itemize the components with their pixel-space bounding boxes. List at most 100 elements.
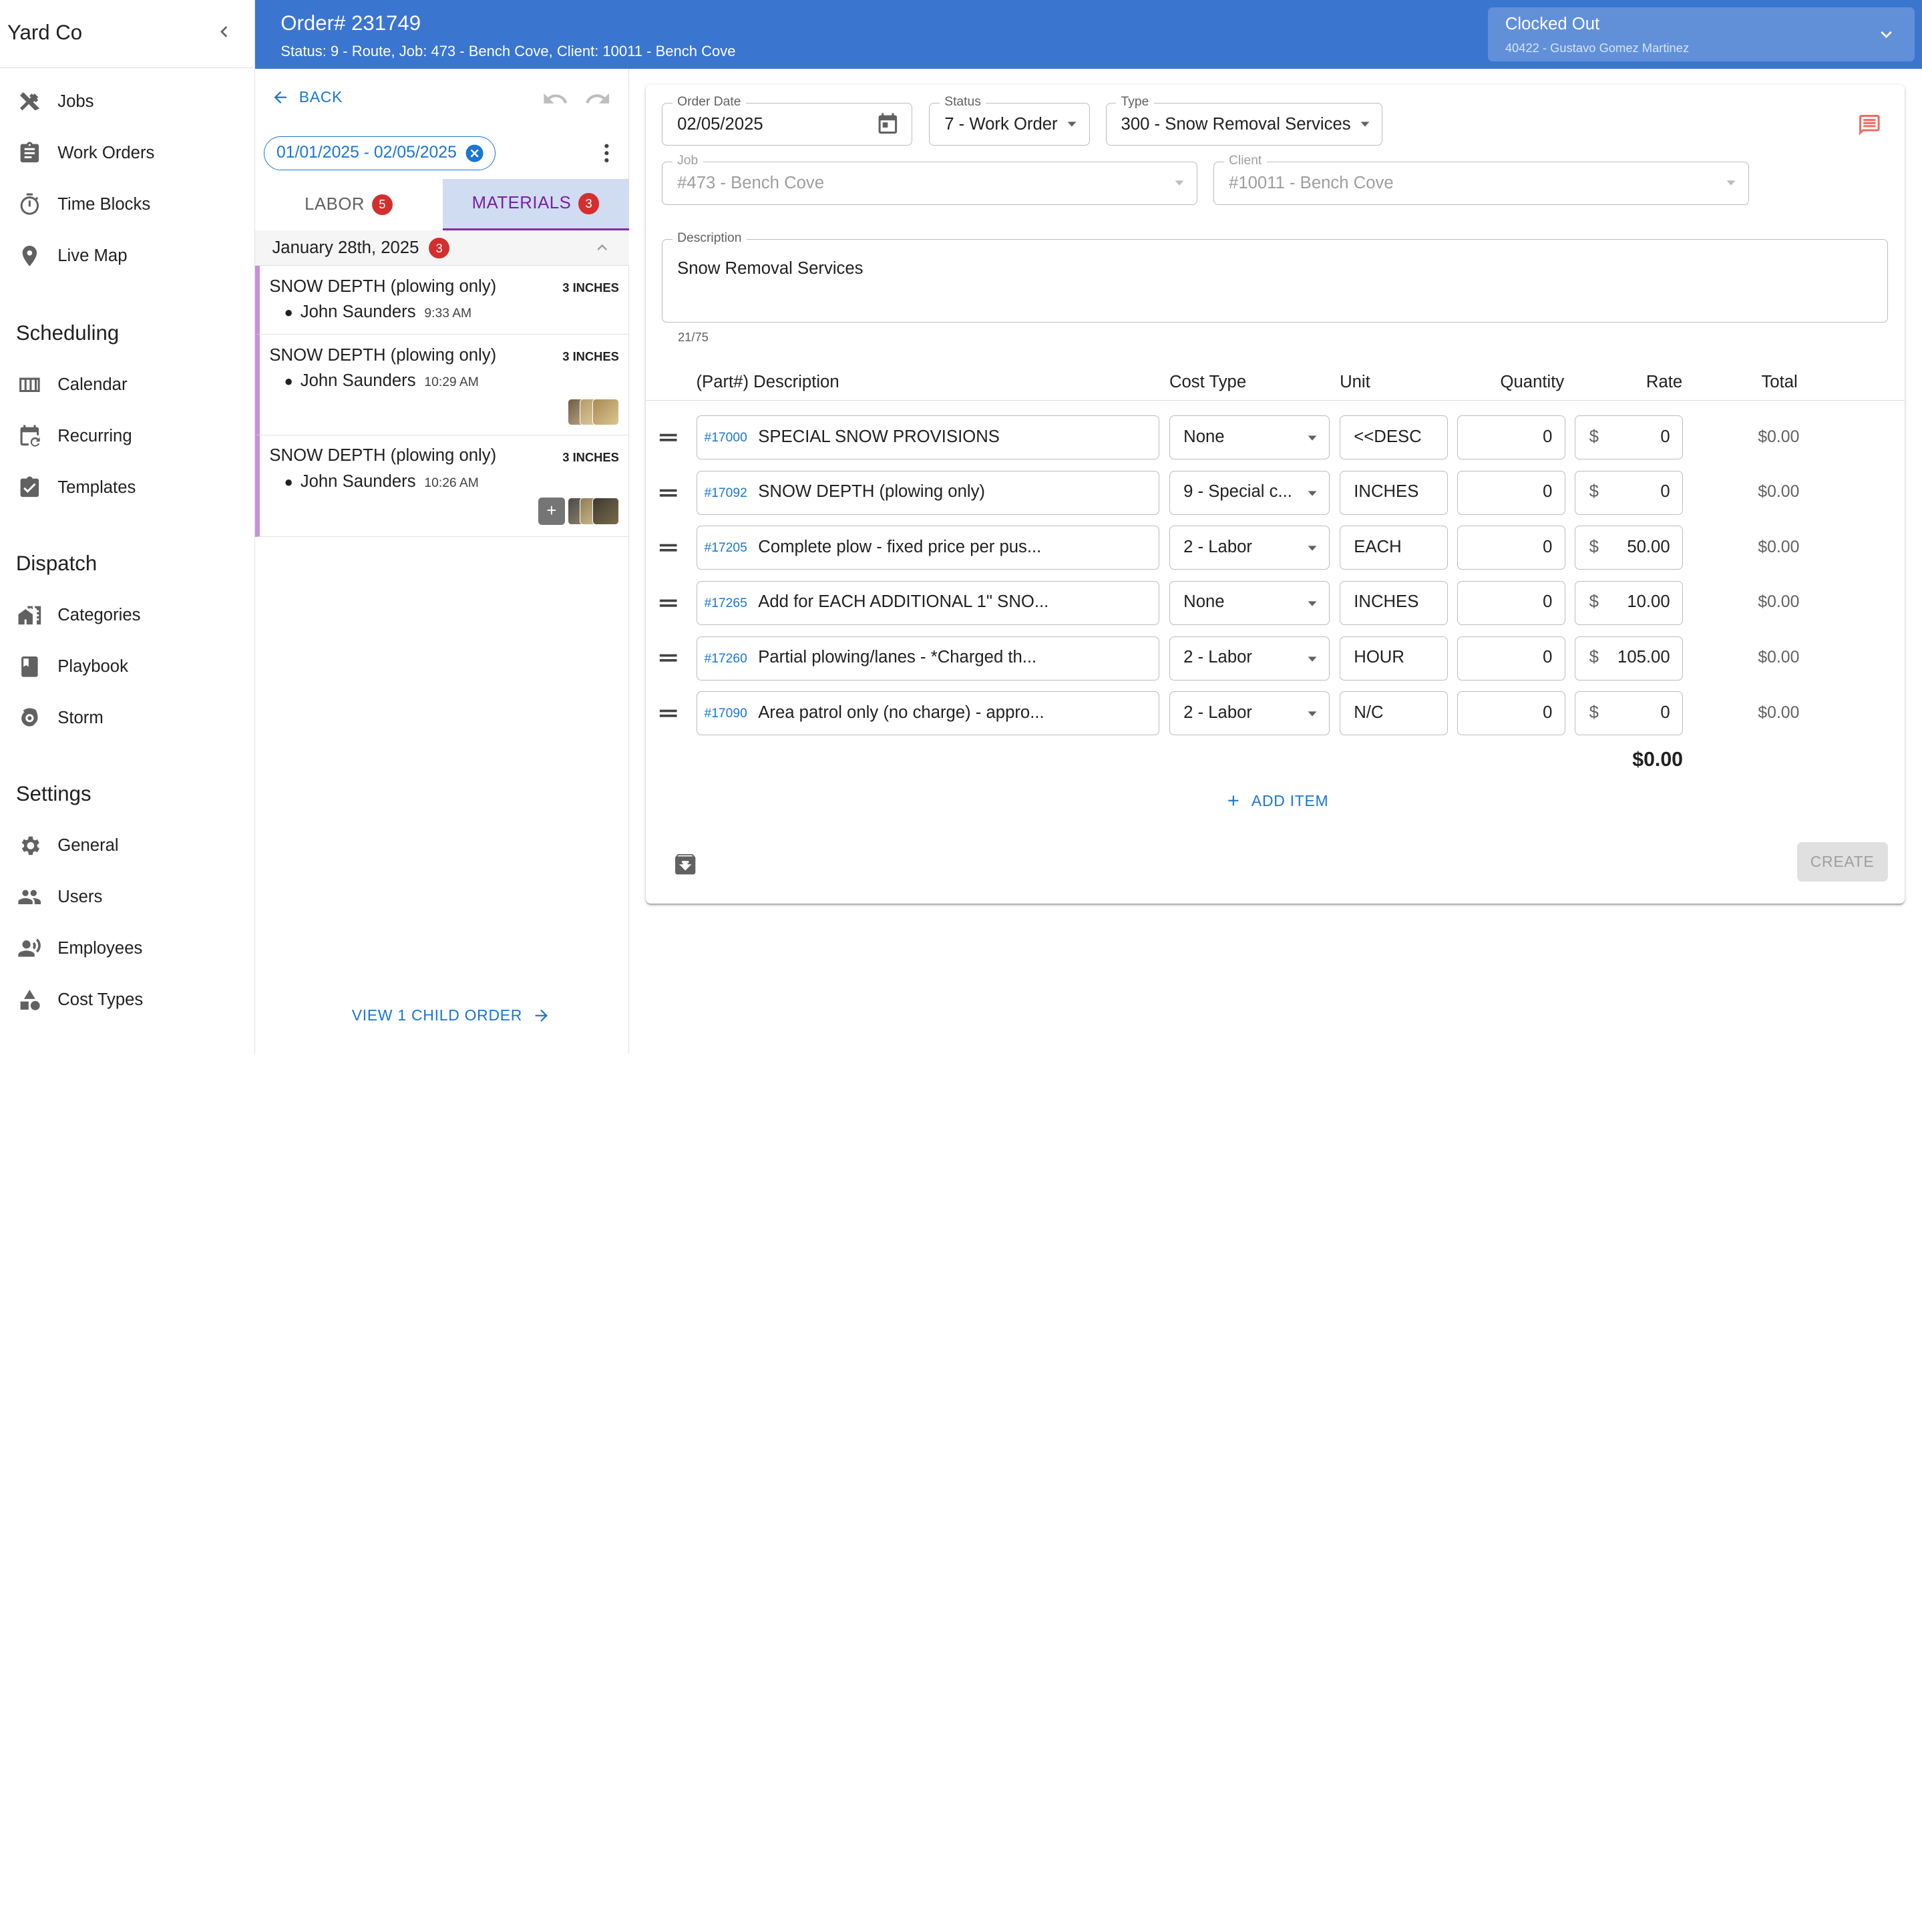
drag-handle-icon[interactable] <box>658 652 678 664</box>
calendar-icon[interactable] <box>876 112 900 137</box>
cost-type-select[interactable]: 2 - Labor <box>1169 691 1330 736</box>
count-badge: 5 <box>371 194 393 216</box>
sidebar-item-templates[interactable]: Templates <box>0 465 254 510</box>
sidebar-item-playbook[interactable]: Playbook <box>0 644 254 689</box>
sidebar-item-cost-types[interactable]: Cost Types <box>0 978 254 1022</box>
sidebar-item-work-orders[interactable]: Work Orders <box>0 131 254 175</box>
archive-icon[interactable] <box>672 851 699 878</box>
quantity-field[interactable]: 0 <box>1457 526 1565 570</box>
drag-handle-icon[interactable] <box>658 597 678 609</box>
redo-icon[interactable] <box>584 85 611 112</box>
client-value: #10011 - Bench Cove <box>1229 173 1394 192</box>
order-subtitle: Status: 9 - Route, Job: 473 - Bench Cove… <box>280 43 736 60</box>
tab-labor[interactable]: LABOR 5 <box>255 179 443 230</box>
photo-thumbnail[interactable] <box>592 398 619 425</box>
sidebar-item-time-blocks[interactable]: Time Blocks <box>0 182 254 226</box>
cost-type-select[interactable]: None <box>1169 415 1330 460</box>
rate-field[interactable]: $50.00 <box>1575 526 1683 570</box>
quantity-value: 0 <box>1543 482 1553 502</box>
tab-bar: LABOR 5 MATERIALS 3 <box>255 178 629 231</box>
book-icon <box>16 653 43 680</box>
cost-type-select[interactable]: 2 - Labor <box>1169 636 1330 681</box>
cost-type-select[interactable]: None <box>1169 580 1330 626</box>
sidebar-item-storm[interactable]: Storm <box>0 697 254 741</box>
sidebar-item-employees[interactable]: Employees <box>0 927 254 971</box>
sidebar-item-live-map[interactable]: Live Map <box>0 234 254 278</box>
line-total: $0.00 <box>1758 703 1800 722</box>
unit-field[interactable]: N/C <box>1340 691 1448 736</box>
sidebar-item-recurring[interactable]: Recurring <box>0 414 254 458</box>
collapse-sidebar-icon[interactable] <box>213 21 235 43</box>
more-vert-icon[interactable] <box>594 141 619 166</box>
clear-date-icon[interactable] <box>464 143 485 164</box>
rate-field[interactable]: $0 <box>1575 415 1683 460</box>
material-item[interactable]: SNOW DEPTH (plowing only) 3 INCHES ● John… <box>254 266 629 335</box>
photo-thumbnails[interactable]: + <box>538 498 619 525</box>
date-group-header[interactable]: January 28th, 2025 3 <box>254 230 629 266</box>
material-qty: 3 INCHES <box>562 280 619 295</box>
quantity-field[interactable]: 0 <box>1457 415 1565 460</box>
drag-handle-icon[interactable] <box>658 542 678 554</box>
client-select: Client #10011 - Bench Cove <box>1213 154 1750 205</box>
rate-field[interactable]: $105.00 <box>1575 636 1683 681</box>
dropdown-arrow-icon <box>1724 176 1738 190</box>
undo-icon[interactable] <box>542 85 568 112</box>
sidebar: Yard Co Jobs Work Orders Time Blocks Liv… <box>0 0 255 1053</box>
drag-handle-icon[interactable] <box>658 431 678 443</box>
description-field[interactable]: Description Snow Removal Services <box>662 231 1888 323</box>
quantity-field[interactable]: 0 <box>1457 580 1565 626</box>
clock-status-dropdown[interactable]: Clocked Out 40422 - Gustavo Gomez Martin… <box>1488 7 1915 61</box>
back-button[interactable]: BACK <box>271 88 343 107</box>
unit-field[interactable]: EACH <box>1340 526 1448 570</box>
material-item[interactable]: SNOW DEPTH (plowing only) 3 INCHES ● John… <box>254 435 629 537</box>
order-date-field[interactable]: Order Date 02/05/2025 <box>662 95 912 146</box>
sidebar-item-categories[interactable]: Categories <box>0 593 254 637</box>
currency-symbol: $ <box>1589 648 1599 667</box>
type-select[interactable]: Type 300 - Snow Removal Services <box>1105 95 1383 146</box>
material-entry: ● John Saunders 10:26 AM <box>284 472 478 492</box>
part-description-field[interactable]: #17092 SNOW DEPTH (plowing only) <box>696 470 1160 515</box>
cost-type-value: 9 - Special c... <box>1183 482 1292 502</box>
rate-field[interactable]: $0 <box>1575 470 1683 515</box>
part-description-field[interactable]: #17090 Area patrol only (no charge) - app… <box>696 691 1160 736</box>
sidebar-item-jobs[interactable]: Jobs <box>0 79 254 124</box>
add-item-button[interactable]: ADD ITEM <box>1225 792 1329 810</box>
part-number: #17000 <box>704 431 747 445</box>
cost-type-value: 2 - Labor <box>1183 703 1252 722</box>
cost-type-select[interactable]: 2 - Labor <box>1169 526 1330 570</box>
quantity-field[interactable]: 0 <box>1457 691 1565 736</box>
unit-field[interactable]: INCHES <box>1340 580 1448 626</box>
sidebar-item-calendar[interactable]: Calendar <box>0 363 254 407</box>
quantity-field[interactable]: 0 <box>1457 636 1565 681</box>
drag-handle-icon[interactable] <box>658 487 678 499</box>
part-description-field[interactable]: #17000 SPECIAL SNOW PROVISIONS <box>696 415 1160 460</box>
dropdown-arrow-icon <box>1065 117 1079 132</box>
cost-type-select[interactable]: 9 - Special c... <box>1169 470 1330 515</box>
photo-thumbnails[interactable] <box>567 398 619 425</box>
part-description-field[interactable]: #17265 Add for EACH ADDITIONAL 1" SNO... <box>696 580 1160 626</box>
date-range-chip[interactable]: 01/01/2025 - 02/05/2025 <box>263 136 496 171</box>
quantity-field[interactable]: 0 <box>1457 470 1565 515</box>
create-button[interactable]: CREATE <box>1796 841 1888 882</box>
unit-field[interactable]: <<DESC <box>1340 415 1448 460</box>
rate-field[interactable]: $0 <box>1575 691 1683 736</box>
status-select[interactable]: Status 7 - Work Order <box>929 95 1090 146</box>
map-pin-icon <box>16 242 43 269</box>
drag-handle-icon[interactable] <box>658 707 678 719</box>
part-number: #17092 <box>704 486 747 500</box>
unit-field[interactable]: INCHES <box>1340 470 1448 515</box>
comment-icon[interactable] <box>1857 113 1882 138</box>
part-description-field[interactable]: #17205 Complete plow - fixed price per pu… <box>696 526 1160 570</box>
more-photos-icon[interactable]: + <box>538 498 566 525</box>
material-item[interactable]: SNOW DEPTH (plowing only) 3 INCHES ● John… <box>254 335 629 435</box>
chevron-up-icon[interactable] <box>592 238 612 257</box>
tab-materials[interactable]: MATERIALS 3 <box>442 178 629 231</box>
sidebar-item-users[interactable]: Users <box>0 875 254 919</box>
unit-field[interactable]: HOUR <box>1340 636 1448 681</box>
photo-thumbnail[interactable] <box>592 498 619 525</box>
sidebar-item-label: Templates <box>57 477 136 497</box>
view-child-order-button[interactable]: VIEW 1 CHILD ORDER <box>352 1006 551 1025</box>
rate-field[interactable]: $10.00 <box>1575 580 1683 626</box>
part-description-field[interactable]: #17260 Partial plowing/lanes - *Charged t… <box>696 636 1160 681</box>
sidebar-item-general[interactable]: General <box>0 823 254 867</box>
